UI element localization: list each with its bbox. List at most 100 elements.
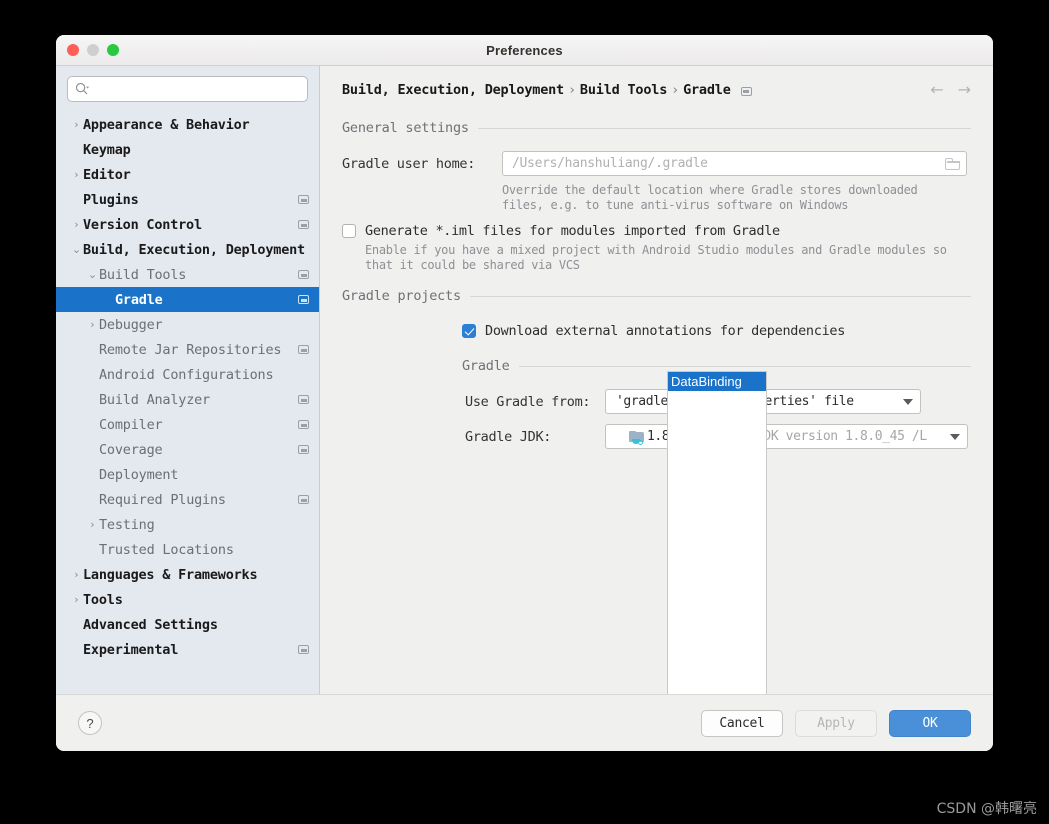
- sidebar-item-version-control[interactable]: › Version Control: [56, 212, 319, 237]
- sidebar-item-build-execution-deployment[interactable]: ⌄ Build, Execution, Deployment: [56, 237, 319, 262]
- folder-icon[interactable]: [945, 157, 961, 170]
- sidebar-item-editor[interactable]: › Editor: [56, 162, 319, 187]
- sidebar-item-label: Debugger: [99, 316, 163, 333]
- gradle-jdk-select[interactable]: 1.8 Oracle OpenJDK version 1.8.0_45 /L: [605, 424, 968, 449]
- sidebar-item-debugger[interactable]: › Debugger: [56, 312, 319, 337]
- settings-content: Build, Execution, Deployment › Build Tools…: [320, 66, 993, 694]
- breadcrumb-part-3[interactable]: Gradle: [683, 82, 731, 98]
- search-container: [56, 66, 319, 110]
- minimize-button[interactable]: [87, 44, 99, 56]
- help-button[interactable]: ?: [78, 711, 102, 735]
- sidebar-item-android-configurations[interactable]: Android Configurations: [56, 362, 319, 387]
- chevron-right-icon[interactable]: ›: [70, 169, 83, 180]
- download-annotations-row[interactable]: Download external annotations for depend…: [462, 323, 971, 339]
- cancel-button[interactable]: Cancel: [701, 709, 783, 737]
- use-gradle-from-label: Use Gradle from:: [465, 393, 591, 410]
- sidebar-item-experimental[interactable]: Experimental: [56, 637, 319, 662]
- gradle-jdk-version: 1.8: [647, 429, 670, 444]
- gradle-jdk-label: Gradle JDK:: [465, 428, 552, 445]
- panel-icon: [298, 420, 309, 429]
- window-titlebar: Preferences: [56, 35, 993, 66]
- generate-iml-label: Generate *.iml files for modules importe…: [365, 223, 780, 239]
- divider: [477, 127, 971, 129]
- breadcrumb: Build, Execution, Deployment › Build Tools…: [342, 66, 971, 108]
- sidebar-item-coverage[interactable]: Coverage: [56, 437, 319, 462]
- sidebar-item-advanced-settings[interactable]: Advanced Settings: [56, 612, 319, 637]
- search-icon: [75, 82, 89, 96]
- sidebar-item-compiler[interactable]: Compiler: [56, 412, 319, 437]
- sidebar-item-build-tools[interactable]: ⌄ Build Tools: [56, 262, 319, 287]
- sidebar-item-label: Remote Jar Repositories: [99, 341, 282, 358]
- sidebar-item-label: Deployment: [99, 466, 179, 483]
- gradle-projects-header: Gradle projects: [342, 288, 971, 304]
- sidebar-item-plugins[interactable]: Plugins: [56, 187, 319, 212]
- breadcrumb-part-1[interactable]: Build, Execution, Deployment: [342, 82, 564, 98]
- dialog-buttons: Cancel Apply OK: [701, 709, 971, 737]
- search-field[interactable]: [67, 76, 308, 102]
- gradle-projects-list[interactable]: DataBinding: [667, 371, 767, 694]
- sidebar-item-build-analyzer[interactable]: Build Analyzer: [56, 387, 319, 412]
- sidebar-item-required-plugins[interactable]: Required Plugins: [56, 487, 319, 512]
- zoom-button[interactable]: [107, 44, 119, 56]
- settings-sidebar: › Appearance & Behavior Keymap › Editor Plugi…: [56, 66, 320, 694]
- generate-iml-checkbox[interactable]: [342, 224, 356, 238]
- hint-line-1: Override the default location where Grad…: [502, 183, 918, 197]
- generate-iml-hint-line-1: Enable if you have a mixed project with …: [365, 243, 947, 257]
- chevron-right-icon[interactable]: ›: [86, 319, 99, 330]
- breadcrumb-separator-1: ›: [567, 82, 576, 98]
- chevron-down-icon: [903, 398, 913, 405]
- chevron-right-icon[interactable]: ›: [86, 519, 99, 530]
- screen: Preferences › Appearance & Behavior Keym…: [0, 0, 1049, 824]
- panel-icon: [298, 345, 309, 354]
- chevron-right-icon[interactable]: ›: [70, 569, 83, 580]
- general-settings-title: General settings: [342, 120, 469, 136]
- sidebar-item-label: Plugins: [83, 191, 139, 208]
- window-controls: [67, 44, 119, 56]
- window-title: Preferences: [486, 42, 563, 58]
- generate-iml-hint-line-2: that it could be shared via VCS: [365, 258, 580, 272]
- chevron-right-icon[interactable]: ›: [70, 594, 83, 605]
- sidebar-item-remote-jar-repositories[interactable]: Remote Jar Repositories: [56, 337, 319, 362]
- panel-icon: [298, 220, 309, 229]
- list-item[interactable]: DataBinding: [668, 372, 766, 391]
- gradle-user-home-row: Gradle user home: /Users/hanshuliang/.gr…: [342, 151, 971, 176]
- chevron-down-icon[interactable]: ⌄: [86, 269, 99, 280]
- gradle-user-home-hint: Override the default location where Grad…: [502, 183, 971, 213]
- sidebar-item-tools[interactable]: › Tools: [56, 587, 319, 612]
- panel-icon: [298, 270, 309, 279]
- chevron-right-icon[interactable]: ›: [70, 119, 83, 130]
- close-button[interactable]: [67, 44, 79, 56]
- settings-tree[interactable]: › Appearance & Behavior Keymap › Editor Plugi…: [56, 110, 319, 694]
- general-settings-header: General settings: [342, 120, 971, 136]
- ok-button[interactable]: OK: [889, 709, 971, 737]
- apply-button: Apply: [795, 709, 877, 737]
- gradle-user-home-label: Gradle user home:: [342, 155, 476, 172]
- breadcrumb-part-2[interactable]: Build Tools: [580, 82, 667, 98]
- sidebar-item-appearance-behavior[interactable]: › Appearance & Behavior: [56, 112, 319, 137]
- sidebar-item-label: Build Analyzer: [99, 391, 210, 408]
- sidebar-item-label: Gradle: [115, 291, 163, 308]
- sidebar-item-label: Keymap: [83, 141, 131, 158]
- sidebar-item-trusted-locations[interactable]: Trusted Locations: [56, 537, 319, 562]
- sidebar-item-deployment[interactable]: Deployment: [56, 462, 319, 487]
- generate-iml-row[interactable]: Generate *.iml files for modules importe…: [342, 223, 971, 239]
- gradle-user-home-input[interactable]: /Users/hanshuliang/.gradle: [502, 151, 967, 176]
- sidebar-item-label: Build Tools: [99, 266, 187, 283]
- sidebar-item-label: Build, Execution, Deployment: [83, 241, 305, 258]
- breadcrumb-separator-2: ›: [671, 82, 680, 98]
- sidebar-item-label: Testing: [99, 516, 155, 533]
- sidebar-item-testing[interactable]: › Testing: [56, 512, 319, 537]
- forward-arrow-icon[interactable]: →: [958, 82, 971, 98]
- sidebar-item-gradle[interactable]: Gradle: [56, 287, 319, 312]
- back-arrow-icon[interactable]: ←: [930, 82, 943, 98]
- divider: [518, 365, 971, 367]
- download-annotations-checkbox[interactable]: [462, 324, 476, 338]
- sidebar-item-label: Compiler: [99, 416, 163, 433]
- sidebar-item-keymap[interactable]: Keymap: [56, 137, 319, 162]
- watermark: CSDN @韩曙亮: [936, 801, 1037, 817]
- sidebar-item-languages-frameworks[interactable]: › Languages & Frameworks: [56, 562, 319, 587]
- hint-line-2: files, e.g. to tune anti-virus software …: [502, 198, 849, 212]
- chevron-right-icon[interactable]: ›: [70, 219, 83, 230]
- chevron-down-icon[interactable]: ⌄: [70, 244, 83, 255]
- chevron-down-icon: [950, 433, 960, 440]
